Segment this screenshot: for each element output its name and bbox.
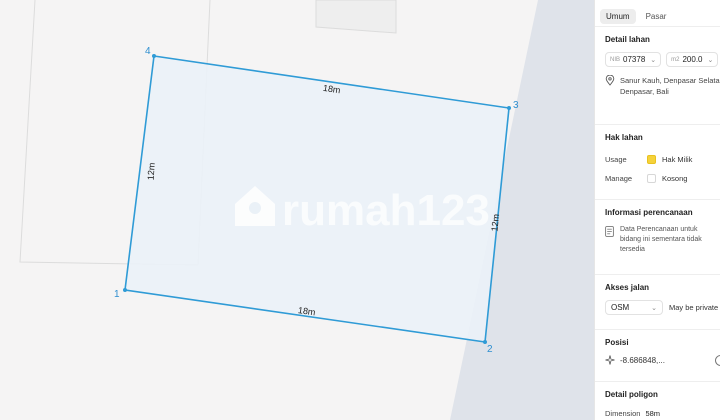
vertex-label-2: 2	[487, 344, 493, 355]
section-informasi-perencanaan: Informasi perencanaan Data Perencanaan u…	[595, 199, 720, 274]
area-prefix: m2	[671, 56, 680, 63]
section-title-hak-lahan: Hak lahan	[605, 133, 643, 142]
section-title-detail-lahan: Detail lahan	[605, 35, 650, 44]
area-select[interactable]: m2 200.0 ⌄	[666, 52, 719, 67]
section-title-posisi: Posisi	[605, 338, 629, 347]
manage-value: Kosong	[662, 174, 688, 183]
dimension-value: 58m	[645, 408, 661, 418]
watermark-text: rumah123	[282, 186, 490, 235]
dimension-row: Dimension 58m	[605, 407, 720, 419]
address: Sanur Kauh, Denpasar Selatan Denpasar, B…	[605, 75, 720, 97]
section-detail-poligon: Detail poligon Dimension 58m	[595, 381, 720, 420]
tab-umum[interactable]: Umum	[600, 8, 636, 24]
map-svg[interactable]: rumah123 18m 18m 12m 12m 1 2 3 4	[0, 0, 594, 420]
section-detail-lahan: Detail lahan NIB 07378 ⌄ m2 200.0 ⌄ Sanu…	[595, 26, 720, 124]
section-posisi: Posisi -8.686848,...	[595, 329, 720, 381]
nib-select[interactable]: NIB 07378 ⌄	[605, 52, 662, 67]
usage-row: Usage Hak Milik	[605, 150, 720, 169]
section-title-akses-jalan: Akses jalan	[605, 283, 650, 292]
section-title-informasi-perencanaan: Informasi perencanaan	[605, 208, 693, 217]
position-coordinate: -8.686848,...	[620, 355, 665, 365]
side-panel: Umum Pasar Detail lahan NIB 07378 ⌄ m2 2…	[594, 0, 720, 420]
usage-value: Hak Milik	[662, 155, 693, 164]
manage-row: Manage Kosong	[605, 169, 720, 188]
dimension-label: Dimension	[605, 408, 641, 418]
address-line-1: Sanur Kauh, Denpasar Selatan	[620, 76, 720, 85]
road-source-select[interactable]: OSM ⌄	[605, 300, 663, 315]
vertex-handle-3[interactable]	[507, 106, 511, 110]
section-title-detail-poligon: Detail poligon	[605, 390, 658, 399]
location-pin-icon	[605, 75, 615, 86]
tab-bar: Umum Pasar	[595, 0, 720, 26]
nib-prefix: NIB	[610, 56, 621, 63]
copy-coordinate-button[interactable]	[715, 354, 720, 366]
usage-color-swatch	[647, 155, 656, 164]
manage-label: Manage	[605, 174, 633, 183]
section-hak-lahan: Hak lahan Usage Hak Milik Manage Kosong	[595, 124, 720, 199]
vertex-handle-4[interactable]	[152, 54, 156, 58]
manage-color-swatch	[647, 174, 656, 183]
road-access-note: May be private	[669, 303, 719, 312]
vertex-label-1: 1	[114, 289, 120, 300]
nib-value: 07378	[623, 55, 646, 64]
planning-info: Data Perencanaan untuk bidang ini sement…	[605, 225, 720, 255]
chevron-down-icon: ⌄	[651, 304, 657, 312]
chevron-down-icon: ⌄	[707, 56, 714, 64]
document-icon	[605, 226, 614, 237]
address-line-2: Denpasar, Bali	[620, 87, 669, 96]
area-value: 200.0	[682, 55, 703, 64]
vertex-label-4: 4	[145, 46, 151, 57]
road-source-value: OSM	[611, 303, 630, 312]
planning-info-line-2: bidang ini sementara tidak	[620, 236, 702, 243]
edge-length-left: 12m	[146, 162, 157, 180]
chevron-down-icon: ⌄	[650, 56, 657, 64]
position-row: -8.686848,...	[605, 354, 720, 366]
building-outline-top	[315, 0, 397, 34]
crosshair-icon	[605, 355, 615, 365]
planning-info-line-1: Data Perencanaan untuk	[620, 226, 698, 233]
vertex-label-3: 3	[513, 100, 519, 111]
map-canvas[interactable]: rumah123 18m 18m 12m 12m 1 2 3 4	[0, 0, 594, 420]
usage-label: Usage	[605, 155, 627, 164]
edge-length-right: 12m	[489, 213, 501, 231]
tab-pasar[interactable]: Pasar	[640, 9, 673, 24]
section-akses-jalan: Akses jalan OSM ⌄ May be private	[595, 274, 720, 329]
planning-info-line-3: tersedia	[620, 246, 645, 253]
vertex-handle-1[interactable]	[123, 288, 127, 292]
